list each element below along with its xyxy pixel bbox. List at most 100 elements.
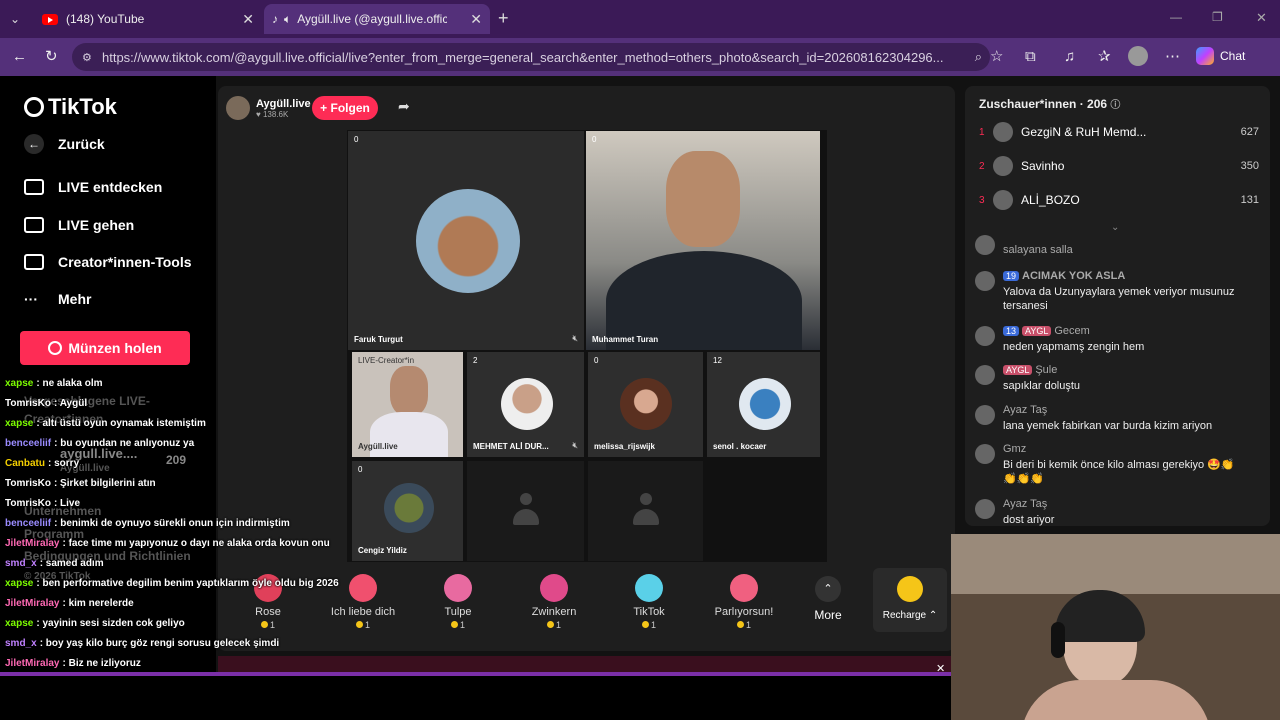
chat-message: JiletMiralay: Biz ne izliyoruz (5, 658, 141, 669)
music-extension-icon[interactable]: ♫ (1064, 49, 1075, 65)
sidebar-item-mehr[interactable]: ··· Mehr (24, 291, 91, 307)
close-window-button[interactable]: ✕ (1256, 10, 1267, 26)
guest-avatar (620, 378, 672, 430)
site-info-icon[interactable]: ⚙ (82, 51, 92, 64)
guest-tile-mehmet[interactable]: 2 MEHMET ALİ DUR... 🔇︎ (466, 351, 585, 458)
viewers-title-text: Zuschauer*innen · 206 (979, 97, 1108, 111)
tab-youtube[interactable]: (148) YouTube ✕ (34, 4, 262, 34)
comment-text: Bi deri bi kemik önce kilo alması gereki… (1003, 459, 1235, 485)
viewer-count: 0 (354, 135, 359, 144)
level-badge: 19 (1003, 271, 1020, 281)
tab-title: (148) YouTube (66, 12, 145, 26)
get-coins-button[interactable]: Münzen holen (20, 331, 190, 365)
host-name[interactable]: Aygüll.live (256, 98, 311, 110)
top-viewer-row[interactable]: 2 Savinho 350 (979, 156, 1259, 176)
chat-text: boy yaş kilo burç göz rengi sorusu gelec… (45, 638, 280, 649)
more-menu-icon[interactable]: ⋯ (1165, 49, 1180, 65)
avatar (993, 122, 1013, 142)
speaker-icon[interactable]: 🔈︎ (284, 12, 291, 27)
address-bar[interactable]: ⚙ https://www.tiktok.com/@aygull.live.of… (72, 43, 990, 71)
chat-text: sorry (54, 458, 80, 469)
chevron-up-icon: ⌃ (926, 610, 938, 621)
chat-label: Chat (1220, 49, 1246, 63)
host-header[interactable]: Aygüll.live ♥ 138.6K (226, 96, 311, 120)
empty-seat-icon (511, 493, 541, 529)
zoom-icon[interactable]: ⌕ (975, 49, 982, 65)
info-icon[interactable]: ⓘ (1110, 100, 1120, 111)
back-arrow-icon[interactable]: ← (12, 49, 27, 65)
viewer-count: 0 (594, 356, 599, 365)
viewer-name: Savinho (1021, 159, 1065, 173)
more-gifts-button[interactable]: ⌃ More (803, 576, 853, 622)
camera-icon (24, 217, 44, 233)
guest-name: Cengiz Yildiz (358, 546, 407, 555)
guest-tile-senol[interactable]: 12 senol . kocaer (706, 351, 821, 458)
gift-tiktok[interactable]: TikTok 1 (604, 574, 694, 630)
close-tab-icon[interactable]: ✕ (470, 11, 482, 28)
chevron-up-icon: ⌃ (815, 576, 841, 602)
wink-gift-icon (540, 574, 568, 602)
guest-tile-faruk[interactable]: 0 Faruk Turgut 🔇︎ (347, 130, 585, 351)
guest-tile-muhammet[interactable]: 0 Muhammet Turan (585, 130, 821, 351)
comment-text: sapıklar doluştu (1003, 380, 1081, 392)
comment-text: Yalova da Uzunyaylara yemek veriyor musu… (1003, 286, 1235, 312)
reload-icon[interactable]: ↻ (45, 49, 58, 65)
chat-text: Şirket bilgilerini atın (60, 478, 156, 489)
tab-tiktok[interactable]: ♪ 🔈︎ Aygüll.live (@aygull.live.offici ✕ (264, 4, 490, 34)
gift-price: 1 (745, 620, 751, 630)
gift-zwinkern[interactable]: Zwinkern 1 (509, 574, 599, 630)
tiktok-logo[interactable]: TikTok (24, 94, 117, 120)
avatar (993, 156, 1013, 176)
guest-tile-melissa[interactable]: 0 melissa_rijswijk (587, 351, 704, 458)
chat-message: JiletMiralay: face time mı yapıyonuz o d… (5, 538, 330, 549)
top-viewer-row[interactable]: 3 ALİ_BOZO 131 (979, 190, 1259, 210)
sidebar-item-live-entdecken[interactable]: LIVE entdecken (24, 179, 162, 195)
guest-tile-host[interactable]: LIVE-Creator*in Aygüll.live (351, 351, 464, 458)
sidebar-item-label: Mehr (58, 291, 92, 307)
gift-tulpe[interactable]: Tulpe 1 (413, 574, 503, 630)
mic-muted-icon: 🔇︎ (572, 440, 578, 450)
guest-name: MEHMET ALİ DUR... (473, 442, 549, 451)
chat-text: yayinin sesi sizden cok geliyo (42, 618, 185, 629)
gift-parliyorsun[interactable]: Parlıyorsun! 1 (699, 574, 789, 630)
sidebar-item-label: LIVE entdecken (58, 179, 163, 195)
sidebar-item-live-gehen[interactable]: LIVE gehen (24, 217, 134, 233)
guest-avatar (384, 483, 434, 533)
chat-message: smd_x: samed adım (5, 558, 104, 569)
tab-list-chevron-icon[interactable]: ⌄ (10, 12, 20, 26)
comment: salayana salla (975, 234, 1265, 260)
url-text: https://www.tiktok.com/@aygull.live.offi… (102, 49, 944, 65)
tiktok-icon: ♪ (272, 12, 278, 26)
extensions-icon[interactable]: ⧉ (1025, 49, 1036, 65)
maximize-button[interactable]: ❐ (1212, 10, 1223, 24)
close-tab-icon[interactable]: ✕ (242, 11, 254, 28)
guest-name: Muhammet Turan (592, 335, 659, 344)
gift-price: 1 (364, 620, 370, 630)
minimize-button[interactable]: — (1170, 10, 1182, 24)
share-icon[interactable]: ➦ (398, 98, 410, 115)
expand-chevron-icon[interactable]: ⌄ (1111, 222, 1119, 233)
copilot-chat-button[interactable]: Chat (1196, 47, 1245, 65)
sidebar-item-creator-tools[interactable]: Creator*innen-Tools (24, 254, 192, 270)
back-link[interactable]: ← Zurück (24, 134, 105, 154)
chat-text: ben performative degilim benim yaptıklar… (42, 578, 339, 589)
favorite-star-icon[interactable]: ☆ (990, 49, 1003, 65)
webcam-person-body (1021, 680, 1211, 720)
chat-message: Canbatu: sorry (5, 458, 79, 469)
top-viewer-row[interactable]: 1 GezgiN & RuH Memd... 627 (979, 122, 1259, 142)
empty-seat[interactable] (466, 460, 585, 562)
chat-message: xapse: altı üstü oyun oynamak istemiştim (5, 418, 206, 429)
brand-text: TikTok (48, 94, 117, 119)
host-avatar[interactable] (226, 96, 250, 120)
profile-avatar[interactable] (1128, 46, 1148, 66)
follow-button[interactable]: + Folgen (312, 96, 378, 120)
recharge-button[interactable]: Recharge ⌃ (873, 568, 947, 632)
guest-name: Faruk Turgut (354, 335, 403, 344)
guest-tile-cengiz[interactable]: 0 Cengiz Yildiz (351, 460, 464, 562)
empty-seat[interactable] (587, 460, 704, 562)
favorites-icon[interactable]: ✰ (1098, 49, 1111, 65)
back-arrow-icon: ← (24, 134, 44, 154)
guest-avatar (501, 378, 553, 430)
chat-username: TomrisKo (5, 498, 51, 509)
new-tab-button[interactable]: + (498, 8, 509, 29)
